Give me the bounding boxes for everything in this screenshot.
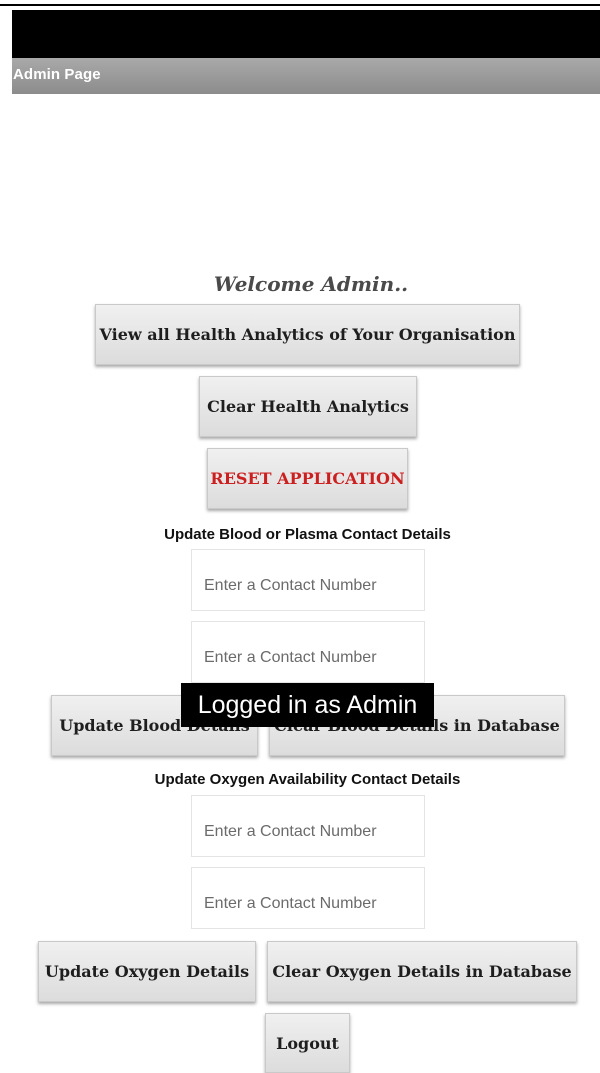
view-analytics-button[interactable]: View all Health Analytics of Your Organi… — [95, 304, 520, 365]
reset-application-button[interactable]: RESET APPLICATION — [207, 448, 408, 509]
title-bar: Admin Page — [12, 58, 600, 94]
blood-contact-input-1[interactable] — [191, 549, 425, 611]
oxygen-contact-input-2[interactable] — [191, 867, 425, 929]
update-oxygen-button[interactable]: Update Oxygen Details — [38, 941, 256, 1002]
screen-divider-line — [0, 4, 600, 6]
status-bar — [12, 10, 600, 58]
logout-button[interactable]: Logout — [265, 1013, 350, 1073]
clear-oxygen-button[interactable]: Clear Oxygen Details in Database — [267, 941, 577, 1002]
toast-message: Logged in as Admin — [181, 683, 434, 727]
page-title: Admin Page — [13, 66, 101, 83]
blood-section-label: Update Blood or Plasma Contact Details — [164, 526, 451, 543]
clear-analytics-button[interactable]: Clear Health Analytics — [199, 376, 417, 437]
welcome-heading: Welcome Admin.. — [213, 272, 409, 296]
oxygen-section-label: Update Oxygen Availability Contact Detai… — [154, 771, 461, 788]
blood-contact-input-2[interactable] — [191, 621, 425, 683]
oxygen-contact-input-1[interactable] — [191, 795, 425, 857]
